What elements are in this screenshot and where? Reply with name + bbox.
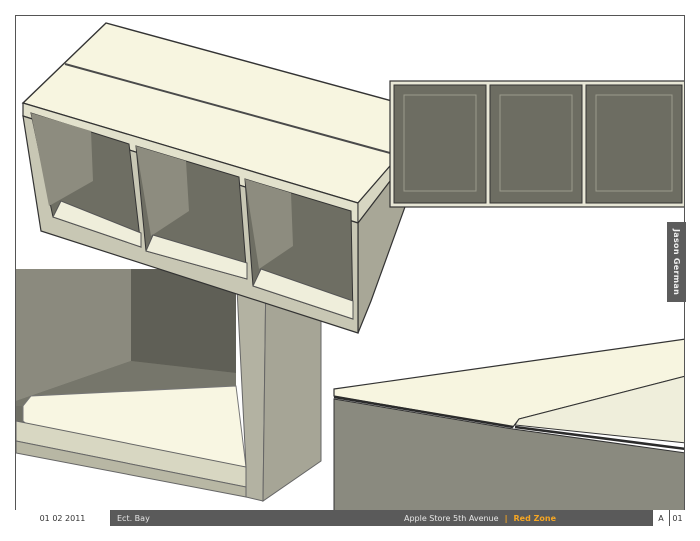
designer-name: Jason German bbox=[672, 228, 681, 296]
cabinet-views bbox=[16, 22, 684, 513]
zone-label: Red Zone bbox=[513, 513, 556, 523]
date-field: 01 02 2011 bbox=[15, 510, 111, 526]
footer-separator: | bbox=[504, 513, 508, 523]
location-label: Apple Store 5th Avenue bbox=[403, 513, 499, 523]
front-elevation-view bbox=[389, 80, 684, 208]
revision-box: A bbox=[652, 510, 669, 526]
designer-name-tab: Jason German bbox=[667, 222, 686, 302]
edge-detail-view bbox=[333, 338, 684, 513]
author-label: Ect. Bay bbox=[117, 513, 150, 523]
title-block: 01 02 2011 Ect. Bay Apple Store 5th Aven… bbox=[15, 510, 685, 526]
sheet-number-box: 01 bbox=[669, 510, 685, 526]
drawing-sheet bbox=[15, 15, 685, 526]
